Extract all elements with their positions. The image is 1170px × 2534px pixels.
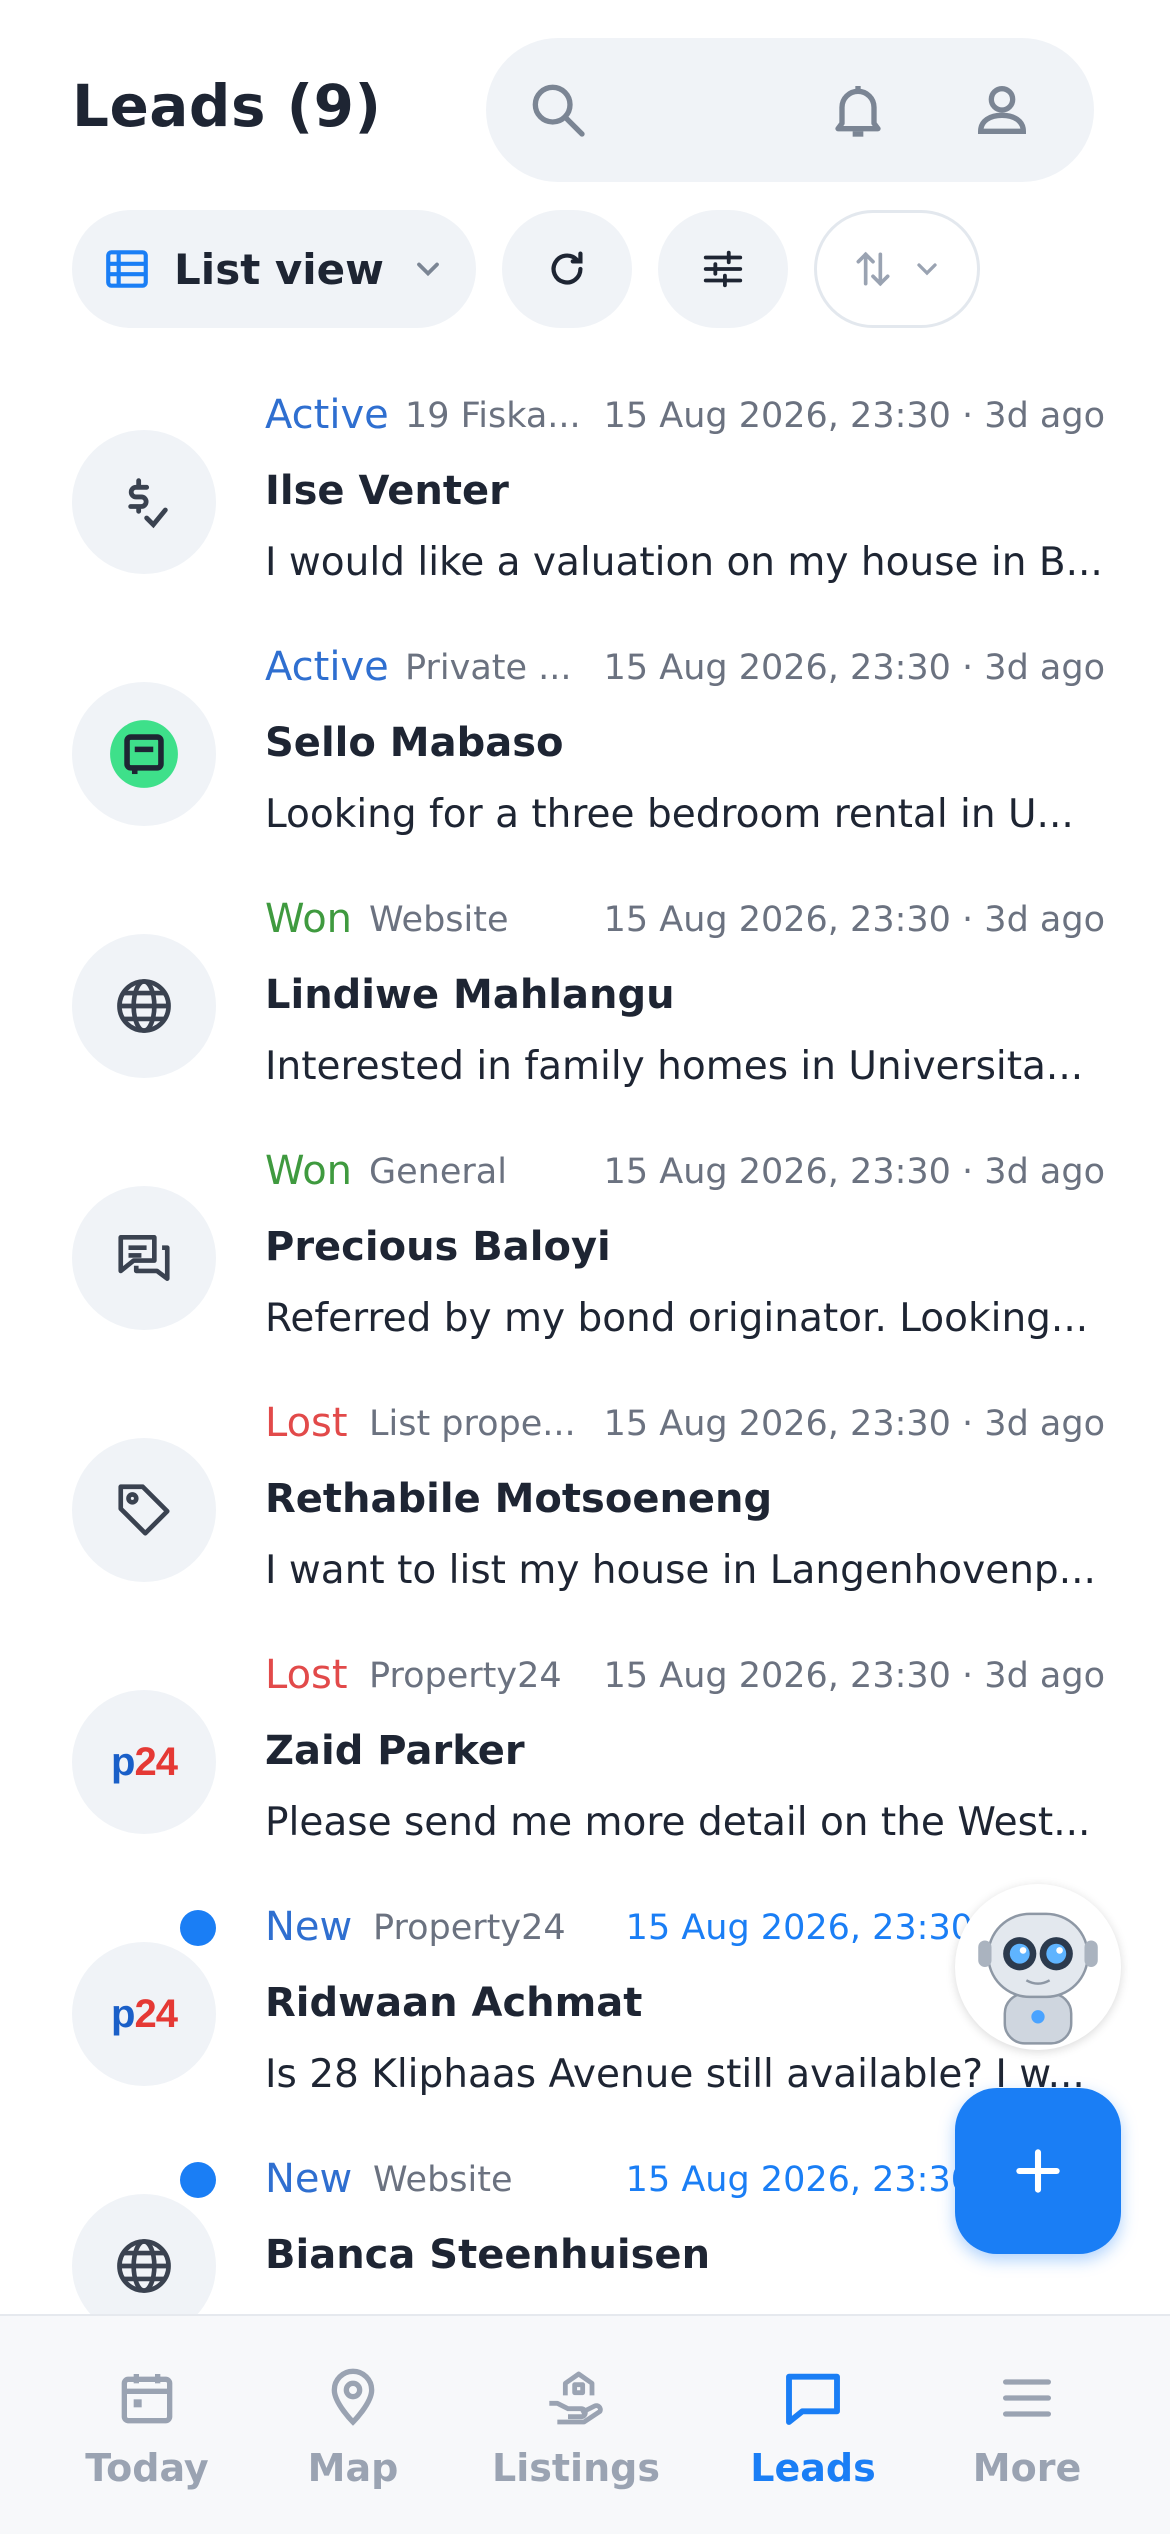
lead-message: Looking for a three bedroom rental in U.… bbox=[265, 792, 1074, 837]
lead-status: New bbox=[265, 2156, 353, 2202]
lead-date: 15 Aug 2026, 23:30 · 3d ago bbox=[603, 648, 1105, 688]
lead-name: Ridwaan Achmat bbox=[265, 1980, 643, 2026]
lead-name: Lindiwe Mahlangu bbox=[265, 972, 675, 1018]
chat-bubbles-icon bbox=[118, 1235, 170, 1281]
search-icon[interactable] bbox=[526, 78, 590, 142]
lead-item[interactable]: Active Private ... 15 Aug 2026, 23:30 · … bbox=[0, 622, 1170, 874]
calendar-icon bbox=[121, 2374, 173, 2424]
lead-date: 15 Aug 2026, 23:30 bbox=[625, 2160, 973, 2200]
page-title: Leads (9) bbox=[72, 72, 382, 140]
lead-name: Rethabile Motsoeneng bbox=[265, 1476, 773, 1522]
lead-message: Is 28 Kliphaas Avenue still available? I… bbox=[265, 2052, 1085, 2097]
lead-source: List prope... bbox=[369, 1404, 575, 1444]
list-view-label: List view bbox=[174, 244, 384, 294]
robot-assistant-icon bbox=[978, 1912, 1098, 2045]
user-icon[interactable] bbox=[970, 78, 1034, 142]
lead-name: Sello Mabaso bbox=[265, 720, 564, 766]
tag-icon bbox=[118, 1484, 170, 1536]
lead-name: Precious Baloyi bbox=[265, 1224, 611, 1270]
lead-avatar: p24 bbox=[72, 1942, 216, 2086]
lead-source: Website bbox=[373, 2160, 513, 2200]
menu-icon bbox=[1003, 2379, 1051, 2417]
lead-date: 15 Aug 2026, 23:30 · 3d ago bbox=[603, 1404, 1105, 1444]
bottom-tab-bar: Today Map Listings Leads More bbox=[0, 2314, 1170, 2534]
tab-label: More bbox=[972, 2446, 1082, 2490]
p24-logo: p24 bbox=[111, 1991, 178, 2036]
lead-avatar bbox=[72, 934, 216, 1078]
lead-avatar bbox=[72, 1186, 216, 1330]
bell-icon[interactable] bbox=[826, 78, 890, 142]
tab-label: Leads bbox=[750, 2446, 876, 2490]
lead-avatar: p24 bbox=[72, 1690, 216, 1834]
lead-status: Won bbox=[265, 1148, 353, 1194]
unread-dot bbox=[180, 1910, 216, 1946]
lead-name: Zaid Parker bbox=[265, 1728, 525, 1774]
message-icon bbox=[786, 2373, 840, 2425]
lead-message: Interested in family homes in Universita… bbox=[265, 1044, 1084, 1089]
lead-avatar bbox=[72, 682, 216, 826]
lead-item[interactable]: Won Website 15 Aug 2026, 23:30 · 3d ago … bbox=[0, 874, 1170, 1126]
sort-dropdown[interactable] bbox=[814, 210, 980, 328]
lead-item[interactable]: Won General 15 Aug 2026, 23:30 · 3d ago … bbox=[0, 1126, 1170, 1378]
globe-icon bbox=[117, 2239, 171, 2293]
add-lead-button[interactable] bbox=[955, 2088, 1121, 2254]
list-icon bbox=[106, 250, 148, 288]
lead-status: Active bbox=[265, 644, 389, 690]
lead-status: Lost bbox=[265, 1652, 348, 1698]
lead-source: Property24 bbox=[373, 1908, 566, 1948]
tab-listings[interactable]: Listings bbox=[476, 2316, 676, 2534]
lead-status: Won bbox=[265, 896, 353, 942]
lead-message: Referred by my bond originator. Looking.… bbox=[265, 1296, 1089, 1341]
lead-message: I want to list my house in Langenhovenp.… bbox=[265, 1548, 1096, 1593]
lead-avatar bbox=[72, 2194, 216, 2314]
lead-name: Bianca Steenhuisen bbox=[265, 2232, 711, 2278]
lead-message: Please send me more detail on the West..… bbox=[265, 1800, 1091, 1845]
tab-label: Map bbox=[307, 2446, 399, 2490]
private-property-icon bbox=[110, 720, 178, 788]
lead-date: 15 Aug 2026, 23:30 · 3d ago bbox=[603, 1656, 1105, 1696]
refresh-button[interactable] bbox=[502, 210, 632, 328]
lead-date: 15 Aug 2026, 23:30 · 3d ago bbox=[603, 396, 1105, 436]
tab-label: Today bbox=[85, 2446, 209, 2490]
lead-status: Active bbox=[265, 392, 389, 438]
valuation-icon bbox=[128, 478, 168, 529]
lead-name: Ilse Venter bbox=[265, 468, 509, 514]
house-hand-icon bbox=[549, 2371, 603, 2425]
chevron-down-icon bbox=[917, 263, 937, 276]
globe-icon bbox=[117, 979, 171, 1033]
tab-more[interactable]: More bbox=[927, 2316, 1127, 2534]
tab-today[interactable]: Today bbox=[47, 2316, 247, 2534]
tab-leads[interactable]: Leads bbox=[713, 2316, 913, 2534]
filter-sliders-icon bbox=[703, 250, 743, 288]
unread-dot bbox=[180, 2162, 216, 2198]
lead-status: New bbox=[265, 1904, 353, 1950]
lead-message: I would like a valuation on my house in … bbox=[265, 540, 1103, 585]
lead-item[interactable]: Active 19 Fiska... 15 Aug 2026, 23:30 · … bbox=[0, 370, 1170, 622]
plus-icon bbox=[1016, 2149, 1060, 2193]
lead-date: 15 Aug 2026, 23:30 · 3d ago bbox=[603, 1152, 1105, 1192]
lead-source: Website bbox=[369, 900, 509, 940]
lead-source: Private ... bbox=[405, 648, 572, 688]
map-pin-icon bbox=[331, 2368, 375, 2426]
lead-item[interactable]: p24 Lost Property24 15 Aug 2026, 23:30 ·… bbox=[0, 1630, 1170, 1882]
refresh-icon bbox=[551, 251, 583, 285]
filter-button[interactable] bbox=[658, 210, 788, 328]
assistant-button[interactable] bbox=[955, 1884, 1121, 2050]
lead-item[interactable]: Lost List prope... 15 Aug 2026, 23:30 · … bbox=[0, 1378, 1170, 1630]
list-view-dropdown[interactable]: List view bbox=[72, 210, 476, 328]
lead-avatar bbox=[72, 1438, 216, 1582]
lead-source: General bbox=[369, 1152, 507, 1192]
sort-icon bbox=[856, 251, 890, 287]
lead-source: Property24 bbox=[369, 1656, 562, 1696]
header-actions-bar bbox=[486, 38, 1094, 182]
tab-map[interactable]: Map bbox=[253, 2316, 453, 2534]
lead-date: 15 Aug 2026, 23:30 · 3d ago bbox=[603, 900, 1105, 940]
tab-label: Listings bbox=[492, 2446, 660, 2490]
lead-status: Lost bbox=[265, 1400, 348, 1446]
chevron-down-icon bbox=[417, 262, 439, 277]
lead-avatar bbox=[72, 430, 216, 574]
lead-source: 19 Fiska... bbox=[405, 396, 581, 436]
p24-logo: p24 bbox=[111, 1739, 178, 1784]
lead-date: 15 Aug 2026, 23:30 bbox=[625, 1908, 973, 1948]
